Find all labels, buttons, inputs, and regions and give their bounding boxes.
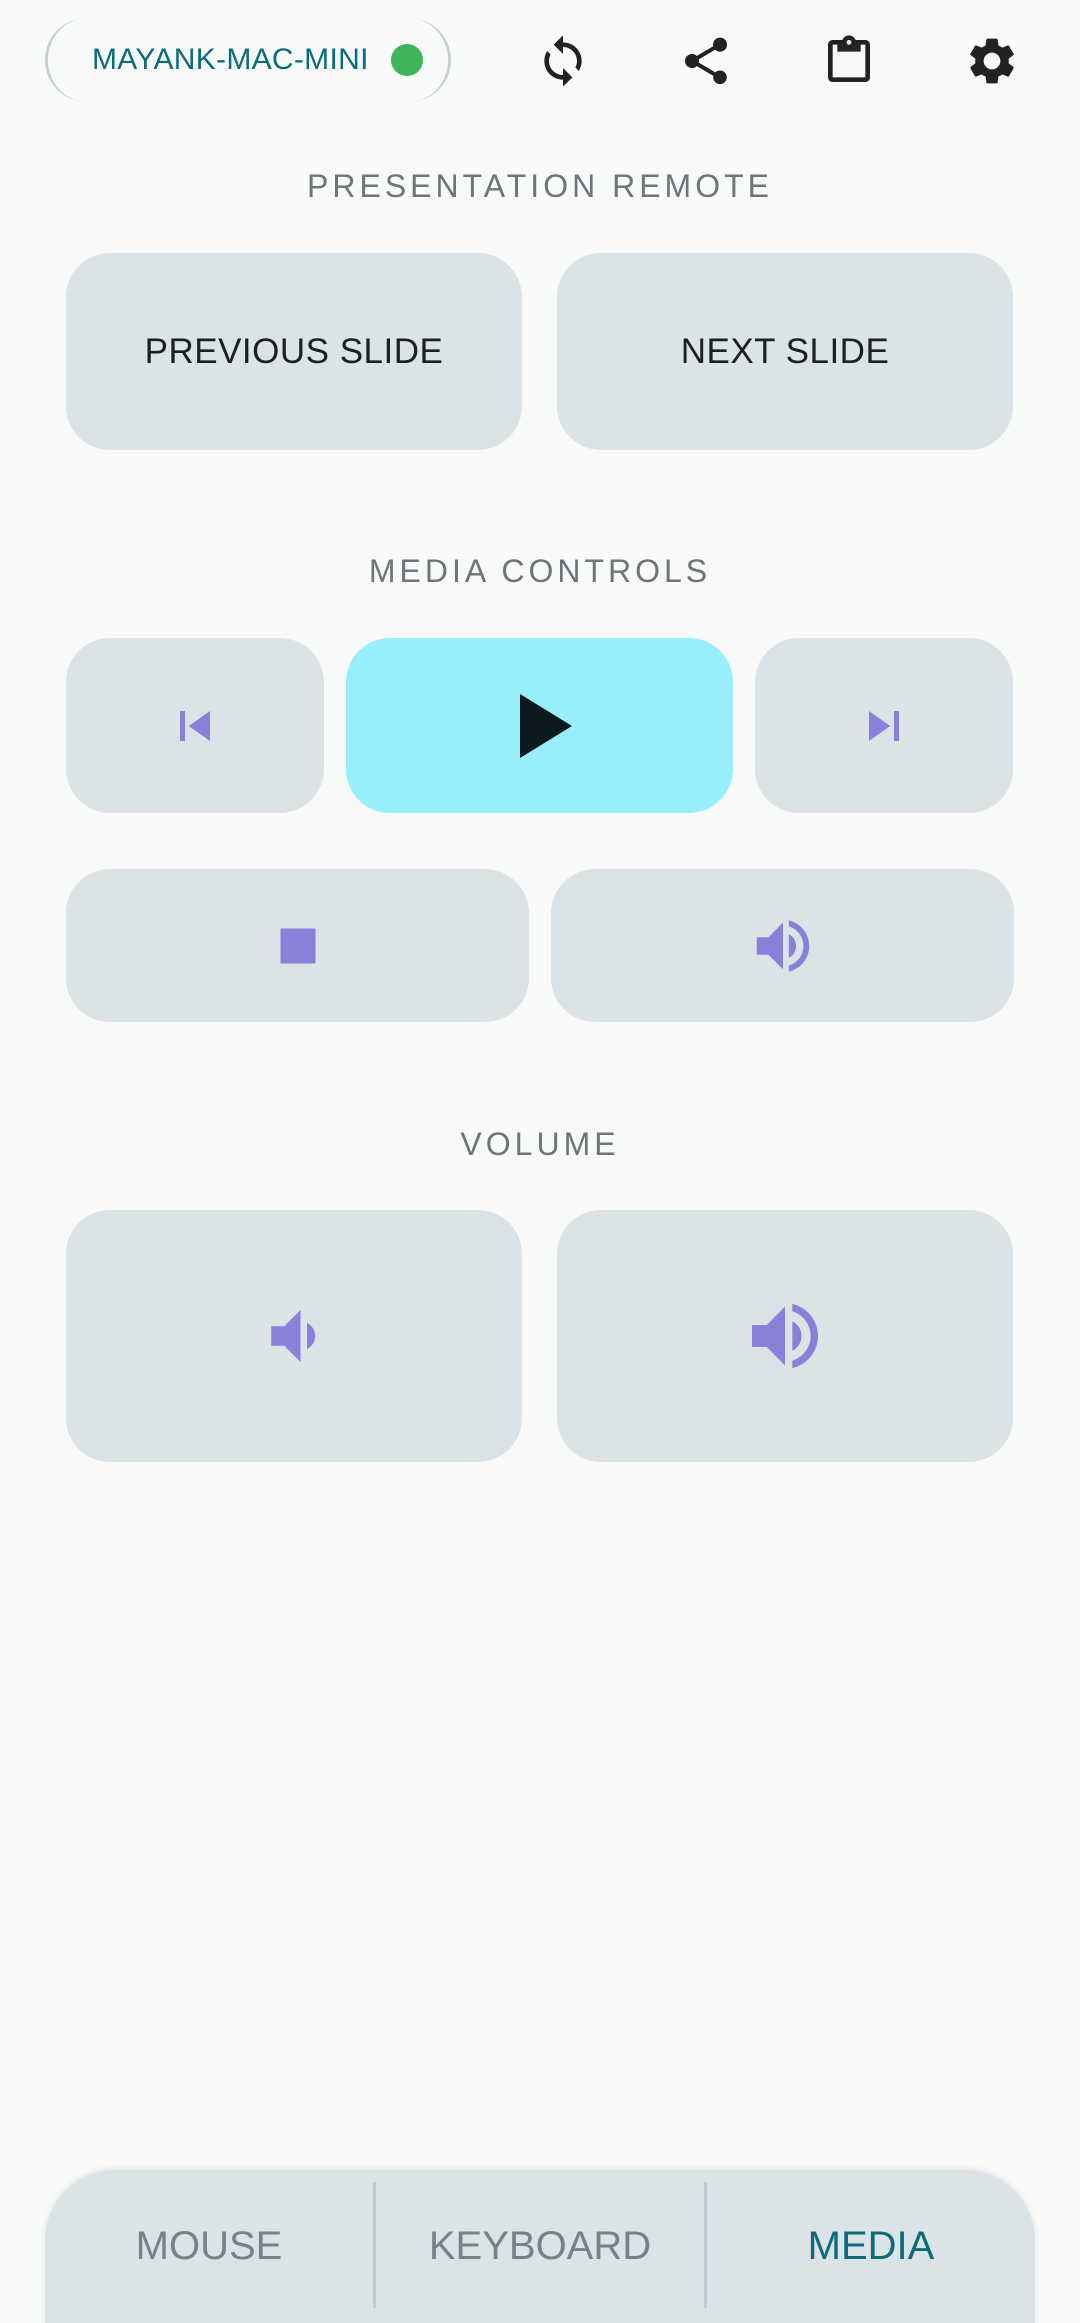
skip-next-icon bbox=[869, 710, 899, 741]
device-name: MAYANK-MAC-MINI bbox=[92, 43, 369, 76]
volume-title: VOLUME bbox=[460, 1126, 620, 1162]
tab-mouse[interactable]: MOUSE bbox=[45, 2170, 373, 2323]
tab-mouse-label: MOUSE bbox=[135, 2224, 283, 2268]
tab-media-label: MEDIA bbox=[807, 2224, 935, 2268]
next-slide-label: NEXT SLIDE bbox=[680, 331, 890, 371]
play-button[interactable] bbox=[346, 638, 733, 813]
previous-track-button[interactable] bbox=[66, 638, 324, 813]
volume-up-icon bbox=[752, 1303, 818, 1369]
volume-up-button[interactable] bbox=[557, 1210, 1013, 1462]
volume-down-button[interactable] bbox=[66, 1210, 522, 1462]
settings-icon[interactable] bbox=[957, 26, 1027, 96]
next-track-button[interactable] bbox=[755, 638, 1013, 813]
mute-button[interactable] bbox=[551, 869, 1014, 1022]
device-selector[interactable]: MAYANK-MAC-MINI bbox=[45, 18, 451, 102]
sync-icon[interactable] bbox=[528, 26, 598, 96]
clipboard-icon[interactable] bbox=[814, 26, 884, 96]
volume-icon bbox=[756, 919, 809, 972]
play-icon bbox=[519, 693, 572, 758]
skip-previous-icon bbox=[180, 710, 210, 741]
volume-down-icon bbox=[271, 1310, 316, 1362]
stop-button[interactable] bbox=[66, 869, 529, 1022]
share-icon[interactable] bbox=[671, 26, 741, 96]
tab-keyboard[interactable]: KEYBOARD bbox=[376, 2170, 704, 2323]
stop-icon bbox=[280, 928, 315, 963]
tab-keyboard-label: KEYBOARD bbox=[428, 2224, 652, 2268]
next-slide-button[interactable]: NEXT SLIDE bbox=[557, 253, 1013, 450]
media-controls-title: MEDIA CONTROLS bbox=[368, 553, 712, 589]
previous-slide-label: PREVIOUS SLIDE bbox=[144, 331, 444, 371]
media-remote-screen: MAYANK-MAC-MINI PRESENTATION REMOTE PREV… bbox=[0, 0, 1080, 2323]
connection-status-dot bbox=[390, 44, 423, 76]
previous-slide-button[interactable]: PREVIOUS SLIDE bbox=[66, 253, 522, 450]
presentation-remote-title: PRESENTATION REMOTE bbox=[307, 168, 773, 204]
tab-media[interactable]: MEDIA bbox=[707, 2170, 1035, 2323]
bottom-navigation: MOUSE KEYBOARD MEDIA bbox=[45, 2170, 1035, 2323]
